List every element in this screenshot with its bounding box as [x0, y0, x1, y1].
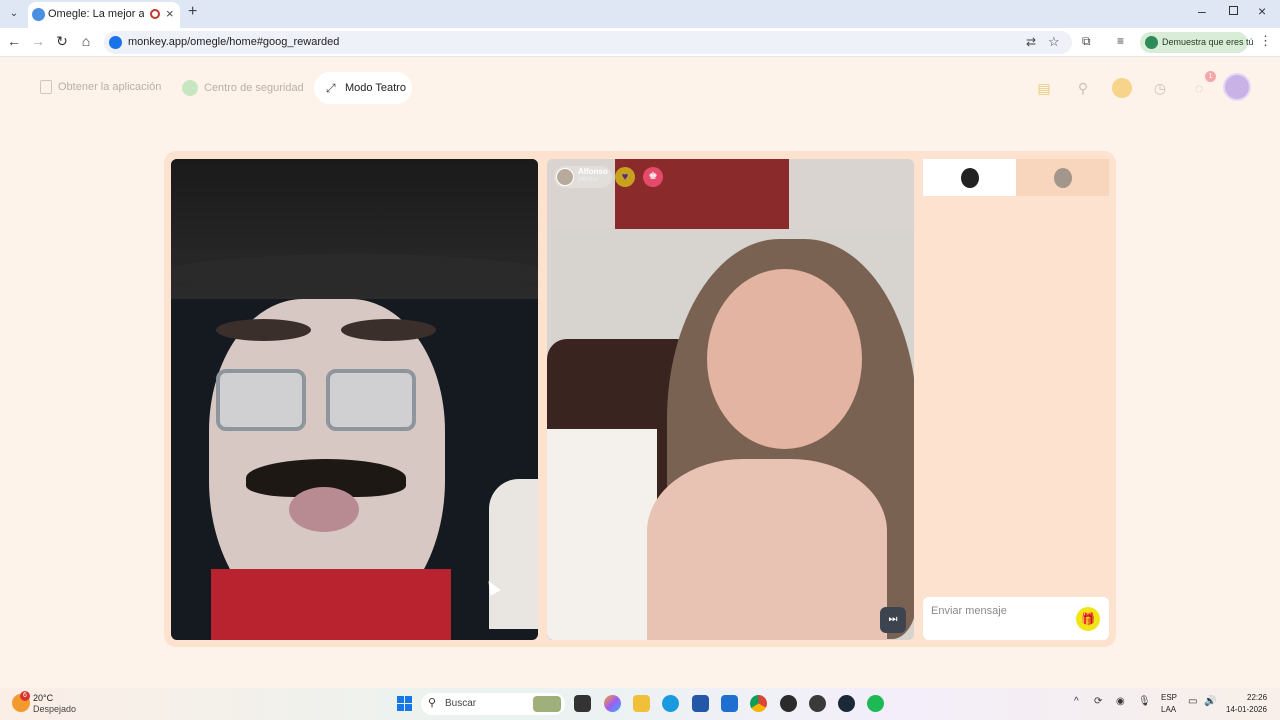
phone-icon: [40, 80, 52, 94]
back-icon[interactable]: ←: [5, 33, 23, 49]
media-control-icon[interactable]: ≡: [1117, 34, 1124, 48]
theatre-mode-button[interactable]: ⤢ Modo Teatro: [314, 72, 412, 104]
close-tab-icon[interactable]: ×: [166, 6, 174, 21]
spotify-icon[interactable]: [867, 695, 884, 712]
remote-video: Alfonso México ♥ ♚ ⏭: [547, 159, 914, 640]
peer-country: México: [578, 177, 598, 183]
chrome-icon[interactable]: [750, 695, 767, 712]
local-video: [171, 159, 538, 640]
reload-icon[interactable]: ↻: [53, 33, 71, 50]
search-label: Buscar: [445, 698, 477, 709]
message-input[interactable]: [931, 605, 1071, 617]
tray-chevron-icon[interactable]: ^: [1074, 696, 1079, 707]
home-icon[interactable]: ⌂: [77, 33, 95, 49]
video-chat-stage: Alfonso México ♥ ♚ ⏭ 🎁: [164, 151, 1116, 647]
theatre-mode-label: Modo Teatro: [345, 82, 406, 94]
messages-icon[interactable]: ◌: [1189, 78, 1209, 98]
safety-center-label: Centro de seguridad: [204, 81, 304, 94]
tab-my-filter[interactable]: [923, 159, 1016, 196]
site-info-icon[interactable]: [109, 36, 122, 49]
browser-toolbar: ← → ↻ ⌂ monkey.app/omegle/home#goog_rewa…: [0, 28, 1280, 57]
microphone-icon[interactable]: 🎙: [1138, 696, 1151, 707]
clock-date[interactable]: 14-01-2026: [1226, 705, 1267, 714]
store-icon[interactable]: [692, 695, 709, 712]
windows-start-icon[interactable]: [397, 696, 412, 711]
peer-avatar: [556, 168, 574, 186]
volume-icon[interactable]: 🔊: [1204, 696, 1216, 707]
app-header: Obtener la aplicación Centro de segurida…: [0, 58, 1280, 120]
search-highlight-image: [533, 696, 561, 712]
coins-icon[interactable]: [1112, 78, 1132, 98]
tab-search-chevron-icon[interactable]: ⌄: [6, 6, 22, 22]
taskbar-search[interactable]: ⚲ Buscar: [421, 693, 565, 715]
shield-icon: [182, 80, 198, 96]
peer-face-icon: [1054, 168, 1072, 188]
address-bar[interactable]: monkey.app/omegle/home#goog_rewarded ⇄ ☆: [104, 31, 1072, 54]
browser-tab[interactable]: Omegle: La mejor alternati ×: [28, 2, 180, 28]
tray-sync-icon[interactable]: ⟳: [1094, 696, 1102, 707]
search-icon: ⚲: [428, 697, 437, 709]
tab-title: Omegle: La mejor alternati: [48, 8, 144, 20]
app-icon-dark[interactable]: [780, 695, 797, 712]
extensions-icon[interactable]: ⧉: [1082, 34, 1091, 49]
expand-icon: ⤢: [326, 81, 336, 95]
chat-composer: 🎁: [923, 597, 1109, 640]
window-close-icon[interactable]: ×: [1258, 3, 1266, 19]
task-view-icon[interactable]: [574, 695, 591, 712]
os-taskbar: 6 20°C Despejado ⚲ Buscar ^ ⟳ ◉ 🎙 ESP LA…: [0, 688, 1280, 720]
steam-icon[interactable]: [838, 695, 855, 712]
network-icon[interactable]: ▭: [1188, 696, 1197, 707]
get-app-link[interactable]: Obtener la aplicación: [40, 80, 161, 94]
file-explorer-icon[interactable]: [633, 695, 650, 712]
outlook-icon[interactable]: [721, 695, 738, 712]
forward-icon[interactable]: →: [29, 33, 47, 49]
tab-peer-filter[interactable]: [1016, 159, 1109, 196]
more-menu-icon[interactable]: ⋮: [1259, 33, 1272, 49]
weather-description[interactable]: Despejado: [33, 704, 76, 714]
minimize-icon[interactable]: –: [1198, 3, 1206, 19]
profile-verify-button[interactable]: Demuestra que eres tú: [1140, 32, 1254, 53]
peer-name: Alfonso: [578, 167, 608, 176]
clock-time[interactable]: 22:26: [1247, 693, 1267, 702]
notification-badge: 1: [1205, 71, 1216, 82]
gift-icon[interactable]: 🎁: [1076, 607, 1100, 631]
weather-badge: 6: [20, 691, 30, 701]
translate-icon[interactable]: ⇄: [1026, 35, 1036, 49]
maximize-icon[interactable]: [1229, 6, 1238, 15]
input-language[interactable]: ESP: [1161, 693, 1177, 702]
peer-info[interactable]: Alfonso México: [554, 166, 612, 188]
omegle-favicon-icon: [32, 8, 45, 21]
app-icon-notify[interactable]: [809, 695, 826, 712]
recording-indicator-icon: [150, 9, 160, 19]
input-language-layout[interactable]: LAA: [1161, 705, 1176, 714]
url-text[interactable]: monkey.app/omegle/home#goog_rewarded: [128, 36, 339, 48]
get-app-label: Obtener la aplicación: [58, 80, 162, 93]
bookmark-star-icon[interactable]: ☆: [1048, 34, 1060, 50]
new-tab-icon[interactable]: +: [188, 3, 197, 21]
edge-icon[interactable]: [662, 695, 679, 712]
skip-next-button[interactable]: ⏭: [880, 607, 906, 633]
shop-icon[interactable]: ▤: [1034, 78, 1054, 98]
peer-badge-icon[interactable]: ♚: [643, 167, 663, 187]
profile-icon: [1145, 36, 1158, 49]
copilot-icon[interactable]: [604, 695, 621, 712]
heart-icon[interactable]: ♥: [615, 167, 635, 187]
chat-side-panel: 🎁: [923, 159, 1109, 640]
tray-steam-icon[interactable]: ◉: [1116, 696, 1125, 707]
my-face-icon: [961, 168, 979, 188]
safety-center-link[interactable]: Centro de seguridad: [182, 80, 304, 96]
browser-tabstrip: ⌄ Omegle: La mejor alternati × + – ×: [0, 0, 1280, 28]
user-avatar[interactable]: [1223, 73, 1251, 101]
search-icon[interactable]: ⚲: [1073, 78, 1093, 98]
history-icon[interactable]: ◷: [1150, 78, 1170, 98]
weather-temperature[interactable]: 20°C: [33, 693, 53, 703]
verify-label: Demuestra que eres tú: [1162, 37, 1254, 47]
